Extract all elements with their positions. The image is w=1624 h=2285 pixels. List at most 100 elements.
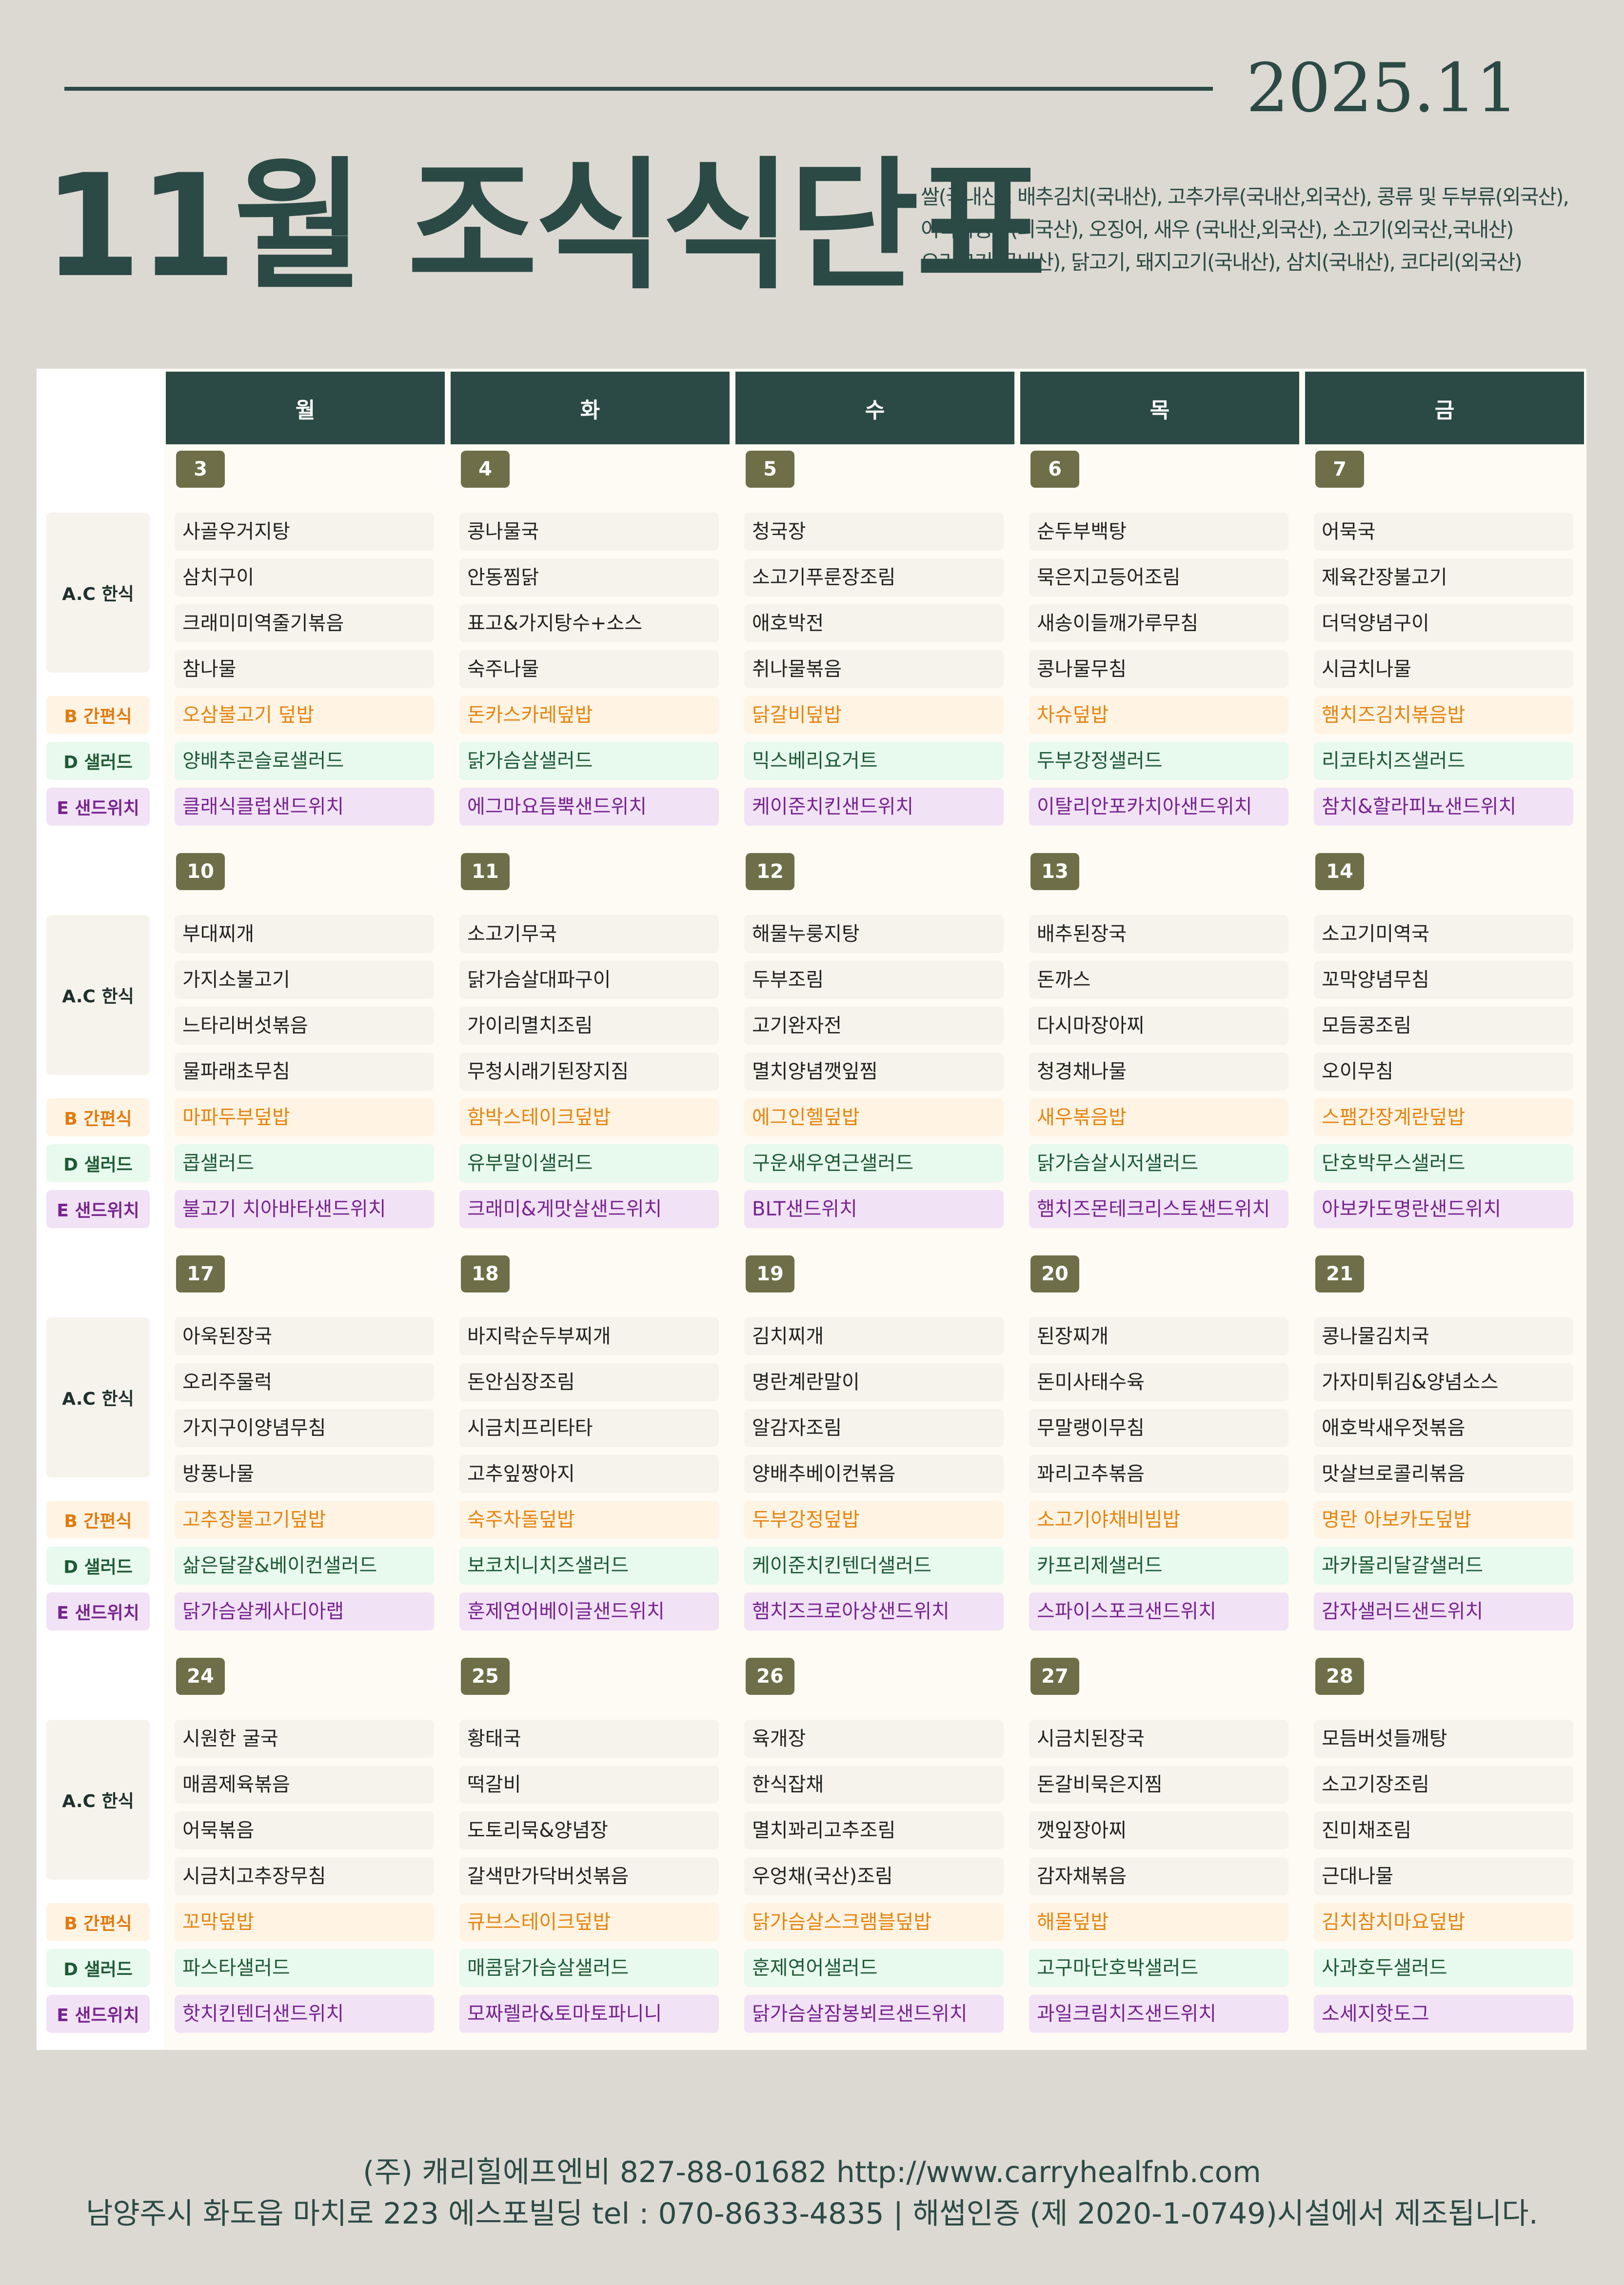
menu-item-ac: 물파래초무침 [175, 1053, 434, 1091]
date-badge: 6 [1030, 451, 1079, 488]
menu-item-ac: 멸치양념깻잎찜 [744, 1053, 1004, 1091]
menu-item-ac: 부대찌개 [175, 915, 434, 953]
menu-item-ac: 삼치구이 [175, 558, 434, 596]
menu-item-ac: 콩나물김치국 [1314, 1317, 1573, 1355]
menu-item-e: 이탈리안포카치아샌드위치 [1029, 788, 1288, 826]
menu-item-d: 단호박무스샐러드 [1314, 1144, 1573, 1182]
menu-item-ac: 모듬콩조림 [1314, 1007, 1573, 1045]
menu-item-ac: 어묵볶음 [175, 1811, 434, 1849]
menu-item-ac: 크래미미역줄기볶음 [175, 604, 434, 642]
menu-item-ac: 순두부백탕 [1029, 513, 1288, 551]
menu-item-ac: 소고기푸룬장조림 [744, 558, 1004, 596]
menu-item-e: 훈제연어베이글샌드위치 [459, 1592, 719, 1630]
menu-item-ac: 바지락순두부찌개 [459, 1317, 719, 1355]
date-badge: 4 [461, 451, 510, 488]
menu-item-e: 케이준치킨샌드위치 [744, 788, 1004, 826]
menu-item-ac: 애호박전 [744, 604, 1004, 642]
row-label-ac: A.C 한식 [46, 513, 150, 673]
menu-item-e: 닭가슴살잠봉뵈르샌드위치 [744, 1995, 1004, 2033]
menu-item-e: 크래미&게맛살샌드위치 [459, 1190, 719, 1228]
menu-item-ac: 가이리멸치조림 [459, 1007, 719, 1045]
menu-item-b: 함박스테이크덮밥 [459, 1098, 719, 1136]
menu-item-d: 믹스베리요거트 [744, 742, 1004, 780]
menu-item-b: 두부강정덮밥 [744, 1501, 1004, 1539]
menu-item-ac: 더덕양념구이 [1314, 604, 1573, 642]
menu-item-e: BLT샌드위치 [744, 1190, 1004, 1228]
date-badge: 18 [461, 1255, 510, 1292]
menu-item-ac: 갈색만가닥버섯볶음 [459, 1857, 719, 1895]
row-label-e: E 샌드위치 [46, 1995, 150, 2033]
menu-item-ac: 모듬버섯들깨탕 [1314, 1720, 1573, 1758]
menu-item-e: 햄치즈크로아상샌드위치 [744, 1592, 1004, 1630]
menu-item-e: 햄치즈몬테크리스토샌드위치 [1029, 1190, 1288, 1228]
menu-item-d: 케이준치킨텐더샐러드 [744, 1547, 1004, 1585]
date-badge: 5 [746, 451, 794, 488]
menu-item-d: 닭가슴살샐러드 [459, 742, 719, 780]
menu-item-ac: 닭가슴살대파구이 [459, 961, 719, 999]
row-label-ac: A.C 한식 [46, 1317, 150, 1477]
row-label-e: E 샌드위치 [46, 1190, 150, 1228]
menu-item-d: 양배추콘슬로샐러드 [175, 742, 434, 780]
menu-item-b: 숙주차돌덮밥 [459, 1501, 719, 1539]
menu-item-ac: 깻잎장아찌 [1029, 1811, 1288, 1849]
date-badge: 24 [176, 1658, 225, 1695]
menu-item-e: 스파이스포크샌드위치 [1029, 1592, 1288, 1630]
menu-item-d: 과카몰리달걀샐러드 [1314, 1547, 1573, 1585]
date-badge: 11 [461, 853, 510, 890]
menu-item-e: 에그마요듬뿍샌드위치 [459, 788, 719, 826]
row-label-b: B 간편식 [46, 1098, 150, 1136]
row-label-d: D 샐러드 [46, 1547, 150, 1585]
menu-item-ac: 배추된장국 [1029, 915, 1288, 953]
menu-item-b: 오삼불고기 덮밥 [175, 696, 434, 734]
menu-item-ac: 시금치된장국 [1029, 1720, 1288, 1758]
menu-item-ac: 시원한 굴국 [175, 1720, 434, 1758]
menu-item-ac: 오리주물럭 [175, 1363, 434, 1401]
menu-item-d: 콥샐러드 [175, 1144, 434, 1182]
menu-item-ac: 가지소불고기 [175, 961, 434, 999]
menu-item-ac: 묵은지고등어조림 [1029, 558, 1288, 596]
date-badge: 20 [1030, 1255, 1079, 1292]
menu-item-b: 닭가슴살스크램블덮밥 [744, 1903, 1004, 1941]
menu-item-ac: 두부조림 [744, 961, 1004, 999]
row-label-b: B 간편식 [46, 696, 150, 734]
menu-item-e: 모짜렐라&토마토파니니 [459, 1995, 719, 2033]
menu-item-ac: 근대나물 [1314, 1857, 1573, 1895]
origin-line: 어육가공품(외국산), 오징어, 새우 (국내산,외국산), 소고기(외국산,국… [921, 218, 1514, 241]
row-label-d: D 샐러드 [46, 1144, 150, 1182]
menu-item-ac: 소고기무국 [459, 915, 719, 953]
row-label-e: E 샌드위치 [46, 1592, 150, 1630]
menu-item-ac: 시금치프리타타 [459, 1409, 719, 1447]
menu-item-ac: 취나물볶음 [744, 650, 1004, 688]
header-rule [64, 87, 1213, 91]
menu-item-ac: 매콤제육볶음 [175, 1766, 434, 1804]
menu-item-d: 구운새우연근샐러드 [744, 1144, 1004, 1182]
menu-item-ac: 맛살브로콜리볶음 [1314, 1455, 1573, 1493]
menu-item-e: 불고기 치아바타샌드위치 [175, 1190, 434, 1228]
menu-item-b: 소고기야채비빔밥 [1029, 1501, 1288, 1539]
row-label-ac: A.C 한식 [46, 1720, 150, 1880]
row-label-e: E 샌드위치 [46, 788, 150, 826]
row-label-d: D 샐러드 [46, 742, 150, 780]
menu-item-ac: 시금치나물 [1314, 650, 1573, 688]
menu-item-b: 해물덮밥 [1029, 1903, 1288, 1941]
footer-company: (주) 캐리힐에프엔비 827-88-01682 http://www.carr… [363, 2155, 1261, 2189]
menu-item-b: 차슈덮밥 [1029, 696, 1288, 734]
date-badge: 12 [746, 853, 794, 890]
date-badge: 21 [1315, 1255, 1364, 1292]
menu-item-ac: 황태국 [459, 1720, 719, 1758]
menu-item-ac: 돈까스 [1029, 961, 1288, 999]
date-badge: 27 [1030, 1658, 1079, 1695]
menu-item-d: 닭가슴살시저샐러드 [1029, 1144, 1288, 1182]
menu-item-ac: 무청시래기된장지짐 [459, 1053, 719, 1091]
menu-item-ac: 도토리묵&양념장 [459, 1811, 719, 1849]
menu-item-d: 두부강정샐러드 [1029, 742, 1288, 780]
menu-item-ac: 멸치꽈리고추조림 [744, 1811, 1004, 1849]
menu-item-b: 닭갈비덮밥 [744, 696, 1004, 734]
menu-item-d: 매콤닭가슴살샐러드 [459, 1949, 719, 1987]
menu-item-ac: 소고기미역국 [1314, 915, 1573, 953]
date-badge: 28 [1315, 1658, 1364, 1695]
menu-item-b: 햄치즈김치볶음밥 [1314, 696, 1573, 734]
menu-item-ac: 애호박새우젓볶음 [1314, 1409, 1573, 1447]
menu-item-ac: 떡갈비 [459, 1766, 719, 1804]
day-header: 목 [1020, 372, 1299, 444]
